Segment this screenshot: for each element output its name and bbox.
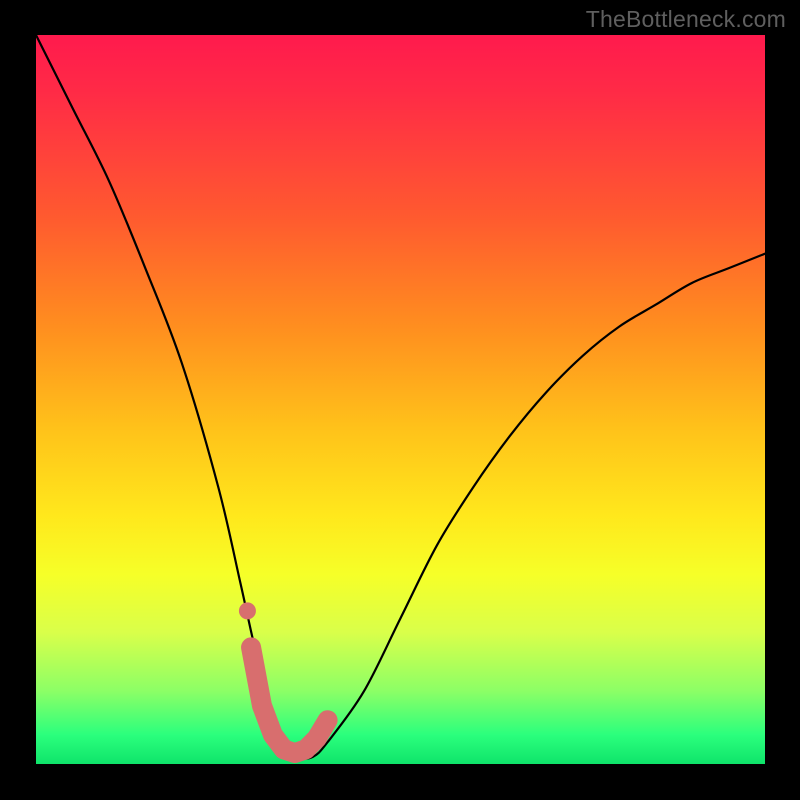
- sweet-spot-stroke: [251, 647, 328, 753]
- sweet-spot-dot: [239, 603, 255, 619]
- bottleneck-curve: [36, 35, 765, 759]
- chart-svg: [36, 35, 765, 764]
- sweet-spot-highlight: [239, 603, 327, 753]
- chart-frame: TheBottleneck.com: [0, 0, 800, 800]
- plot-area: [36, 35, 765, 764]
- watermark-label: TheBottleneck.com: [586, 6, 786, 33]
